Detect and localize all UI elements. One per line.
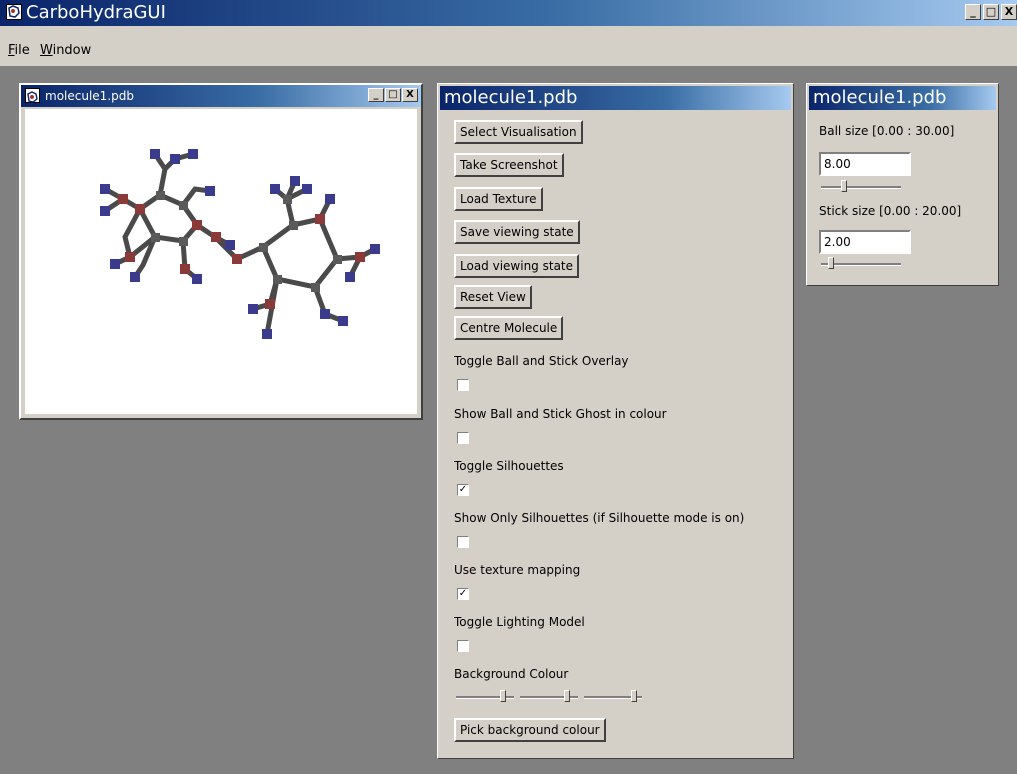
- menu-file[interactable]: File: [8, 43, 30, 58]
- slider-thumb[interactable]: [500, 690, 506, 702]
- minimize-button[interactable]: _: [965, 4, 981, 20]
- centre-molecule-button[interactable]: Centre Molecule: [454, 316, 564, 340]
- menu-window[interactable]: Window: [40, 43, 91, 58]
- save-viewing-state-button[interactable]: Save viewing state: [454, 220, 580, 244]
- stick-size-label: Stick size [0.00 : 20.00]: [819, 204, 962, 218]
- select-visualisation-button[interactable]: Select Visualisation: [454, 120, 583, 144]
- lighting-model-label: Toggle Lighting Model: [454, 615, 585, 629]
- close-button[interactable]: X: [1001, 4, 1017, 20]
- molecule-viewer-window[interactable]: molecule1.pdb _ □ X: [19, 83, 423, 420]
- stick-size-input[interactable]: 2.00: [819, 230, 911, 254]
- viewer-window-controls: _ □ X: [367, 88, 418, 110]
- texture-mapping-checkbox[interactable]: ✓: [457, 588, 469, 600]
- toggle-ball-stick-overlay-checkbox[interactable]: [457, 379, 469, 391]
- background-blue-slider[interactable]: [584, 690, 642, 704]
- toggle-ball-stick-overlay-label: Toggle Ball and Stick Overlay: [454, 354, 629, 368]
- viewer-minimize-button[interactable]: _: [368, 88, 384, 102]
- size-panel: molecule1.pdb Ball size [0.00 : 30.00] 8…: [806, 83, 999, 286]
- app-title: CarboHydraGUI: [26, 2, 166, 23]
- viewer-titlebar[interactable]: molecule1.pdb _ □ X: [21, 85, 421, 107]
- load-texture-button[interactable]: Load Texture: [454, 187, 543, 211]
- app-window-controls: _ □ X: [963, 4, 1017, 22]
- only-silhouettes-label: Show Only Silhouettes (if Silhouette mod…: [454, 511, 745, 525]
- show-ghost-colour-checkbox[interactable]: [457, 432, 469, 444]
- only-silhouettes-checkbox[interactable]: [457, 536, 469, 548]
- reset-view-button[interactable]: Reset View: [454, 285, 532, 309]
- control-panel: molecule1.pdb Select Visualisation Take …: [437, 83, 794, 759]
- slider-track: [821, 186, 901, 189]
- molecule-render: [100, 149, 380, 339]
- background-colour-label: Background Colour: [454, 667, 569, 681]
- viewer-maximize-button[interactable]: □: [385, 88, 401, 102]
- lighting-model-checkbox[interactable]: [457, 640, 469, 652]
- slider-thumb[interactable]: [841, 180, 847, 192]
- pick-background-colour-button[interactable]: Pick background colour: [454, 718, 606, 742]
- toggle-silhouettes-label: Toggle Silhouettes: [454, 459, 564, 473]
- menu-window-mnemonic: W: [40, 43, 53, 58]
- molecule-icon: [25, 88, 40, 103]
- toggle-silhouettes-checkbox[interactable]: ✓: [457, 484, 469, 496]
- size-panel-title: molecule1.pdb: [809, 86, 996, 110]
- load-viewing-state-button[interactable]: Load viewing state: [454, 254, 580, 278]
- app-icon: [6, 4, 22, 20]
- stick-size-slider[interactable]: [821, 257, 901, 271]
- menu-window-label: indow: [52, 43, 92, 58]
- slider-thumb[interactable]: [631, 690, 637, 702]
- menubar: File Window: [0, 26, 1017, 66]
- ball-size-slider[interactable]: [821, 180, 901, 194]
- viewer-title: molecule1.pdb: [45, 89, 134, 103]
- app-titlebar: CarboHydraGUI _ □ X: [0, 0, 1017, 26]
- control-panel-title: molecule1.pdb: [440, 86, 791, 110]
- take-screenshot-button[interactable]: Take Screenshot: [454, 153, 564, 177]
- slider-thumb[interactable]: [564, 690, 570, 702]
- menu-file-label: ile: [14, 43, 30, 58]
- ball-size-input[interactable]: 8.00: [819, 152, 911, 176]
- maximize-button[interactable]: □: [983, 4, 999, 20]
- show-ghost-colour-label: Show Ball and Stick Ghost in colour: [454, 407, 667, 421]
- slider-thumb[interactable]: [828, 257, 834, 269]
- background-red-slider[interactable]: [456, 690, 514, 704]
- texture-mapping-label: Use texture mapping: [454, 563, 581, 577]
- background-green-slider[interactable]: [520, 690, 578, 704]
- viewer-close-button[interactable]: X: [402, 88, 418, 102]
- ball-size-label: Ball size [0.00 : 30.00]: [819, 124, 955, 138]
- molecule-canvas[interactable]: [25, 109, 417, 414]
